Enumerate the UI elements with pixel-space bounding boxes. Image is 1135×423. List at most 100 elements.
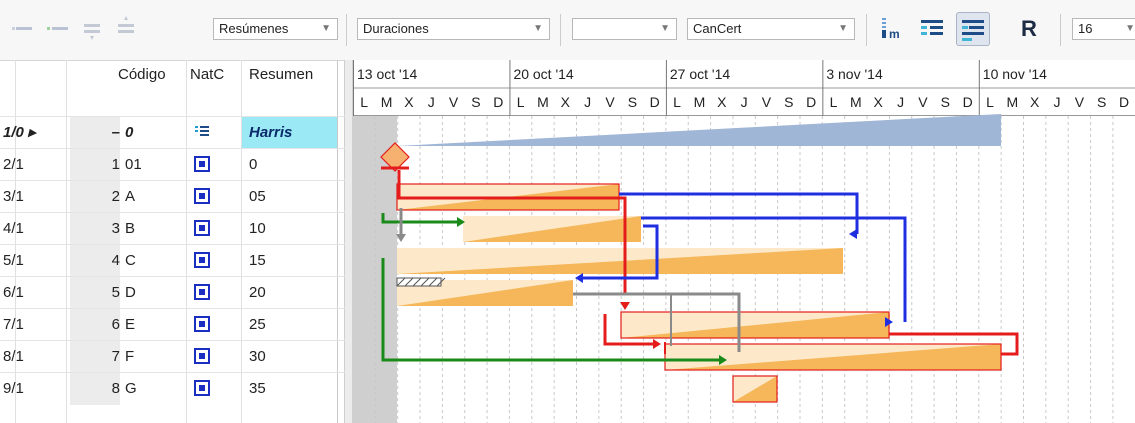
row-number: 1 [70, 149, 120, 181]
empty-select[interactable]: ▼ [572, 18, 677, 40]
toolbar: Resúmenes ▼ Duraciones ▼ ▼ CanCert ▼ m R… [0, 0, 1135, 61]
day-label: D [1119, 94, 1129, 110]
row-number: 2 [70, 181, 120, 213]
task-type-icon [194, 348, 210, 364]
move-down-icon[interactable] [78, 14, 106, 42]
day-label: D [650, 94, 660, 110]
summary-select[interactable]: Resúmenes ▼ [213, 18, 338, 40]
day-label: M [381, 94, 393, 110]
day-label: V [918, 94, 928, 110]
day-label: X [404, 94, 414, 110]
task-type-icon [194, 156, 210, 172]
durations-select[interactable]: Duraciones ▼ [357, 18, 550, 40]
separator [346, 14, 347, 46]
milestone-view-button[interactable]: m [876, 12, 910, 46]
col-header-natc[interactable]: NatC [190, 66, 224, 122]
resource-icon: R [1021, 16, 1037, 41]
chevron-down-icon: ▼ [321, 23, 331, 34]
outdent-icon[interactable] [10, 14, 38, 42]
day-label: V [449, 94, 459, 110]
resumen-cell: 20 [249, 284, 266, 301]
summary-select-value: Resúmenes [219, 21, 289, 36]
week-label: 20 oct '14 [513, 66, 573, 82]
critical-link [619, 196, 627, 294]
gantt-view-button[interactable] [956, 12, 990, 46]
gantt-chart: 13 oct '14 20 oct '14 27 oct '14 3 nov '14 1… [353, 60, 1135, 423]
day-label: S [941, 94, 950, 110]
move-up-icon[interactable] [112, 14, 140, 42]
week-label: 13 oct '14 [357, 66, 417, 82]
resumen-cell: Harris [249, 124, 293, 141]
day-label: J [428, 94, 435, 110]
task-row[interactable]: 8/1 7 F 30 [0, 340, 345, 373]
day-label: V [605, 94, 615, 110]
separator [560, 14, 561, 46]
resumen-cell: 30 [249, 348, 266, 365]
day-label: L [360, 94, 368, 110]
task-type-icon [194, 316, 210, 332]
chevron-down-icon: ▼ [660, 23, 670, 34]
chevron-down-icon: ▼ [1125, 23, 1135, 34]
week-label: 3 nov '14 [826, 66, 883, 82]
row-number: 4 [70, 245, 120, 277]
splitter[interactable] [344, 60, 353, 423]
day-label: J [1054, 94, 1061, 110]
row-number: 7 [70, 341, 120, 373]
summary-type-icon [194, 124, 210, 140]
codigo-cell: 0 [125, 124, 134, 141]
task-row[interactable]: 5/1 4 C 15 [0, 244, 345, 277]
row-number: 5 [70, 277, 120, 309]
cancert-select-value: CanCert [693, 21, 742, 36]
task-row[interactable]: 4/1 3 B 10 [0, 212, 345, 245]
day-label: L [517, 94, 525, 110]
codigo-cell: A [125, 188, 136, 205]
day-label: X [1030, 94, 1040, 110]
durations-select-value: Duraciones [363, 21, 429, 36]
cancert-select[interactable]: CanCert ▼ [687, 18, 855, 40]
day-label: S [471, 94, 480, 110]
day-label: V [1075, 94, 1085, 110]
indent-icon[interactable] [44, 14, 72, 42]
task-type-icon [194, 284, 210, 300]
svg-text:m: m [889, 27, 900, 41]
task-row[interactable]: 9/1 8 G 35 [0, 372, 345, 405]
row-number: – [70, 117, 120, 149]
day-label: X [874, 94, 884, 110]
day-label: J [741, 94, 748, 110]
task-row[interactable]: 7/1 6 E 25 [0, 308, 345, 341]
resumen-cell: 0 [249, 156, 258, 173]
day-label: X [561, 94, 571, 110]
summary-row[interactable]: 1/0 ▸ –0 Harris [0, 116, 345, 149]
zoom-select[interactable]: 16 ▼ [1072, 18, 1135, 40]
codigo-cell: D [125, 284, 136, 301]
row-id: 6/1 [3, 284, 24, 301]
row-id: 8/1 [3, 348, 24, 365]
codigo-cell: G [125, 380, 137, 397]
task-row[interactable]: 6/1 5 D 20 [0, 276, 345, 309]
codigo-cell: B [125, 220, 136, 237]
task-type-icon [194, 220, 210, 236]
outline-view-button[interactable] [916, 12, 950, 46]
resumen-cell: 10 [249, 220, 266, 237]
resumen-cell: 25 [249, 316, 266, 333]
day-label: S [628, 94, 637, 110]
resource-button[interactable]: R [1012, 12, 1046, 46]
task-row[interactable]: 2/1 1 01 0 [0, 148, 345, 181]
day-label: X [717, 94, 727, 110]
col-header-resumen[interactable]: Resumen [249, 66, 313, 122]
row-id: 5/1 [3, 252, 24, 269]
col-header-codigo[interactable]: Código [118, 66, 166, 122]
separator [1060, 14, 1061, 46]
task-type-icon [194, 188, 210, 204]
codigo-cell: E [125, 316, 136, 333]
outline-view-icon [921, 20, 943, 35]
separator [866, 14, 867, 46]
day-label: L [830, 94, 838, 110]
row-id: 2/1 [3, 156, 24, 173]
task-row[interactable]: 3/1 2 A 05 [0, 180, 345, 213]
chevron-down-icon: ▼ [838, 23, 848, 34]
resumen-cell: 15 [249, 252, 266, 269]
task-type-icon [194, 380, 210, 396]
day-label: V [762, 94, 772, 110]
blue-link [619, 192, 859, 234]
